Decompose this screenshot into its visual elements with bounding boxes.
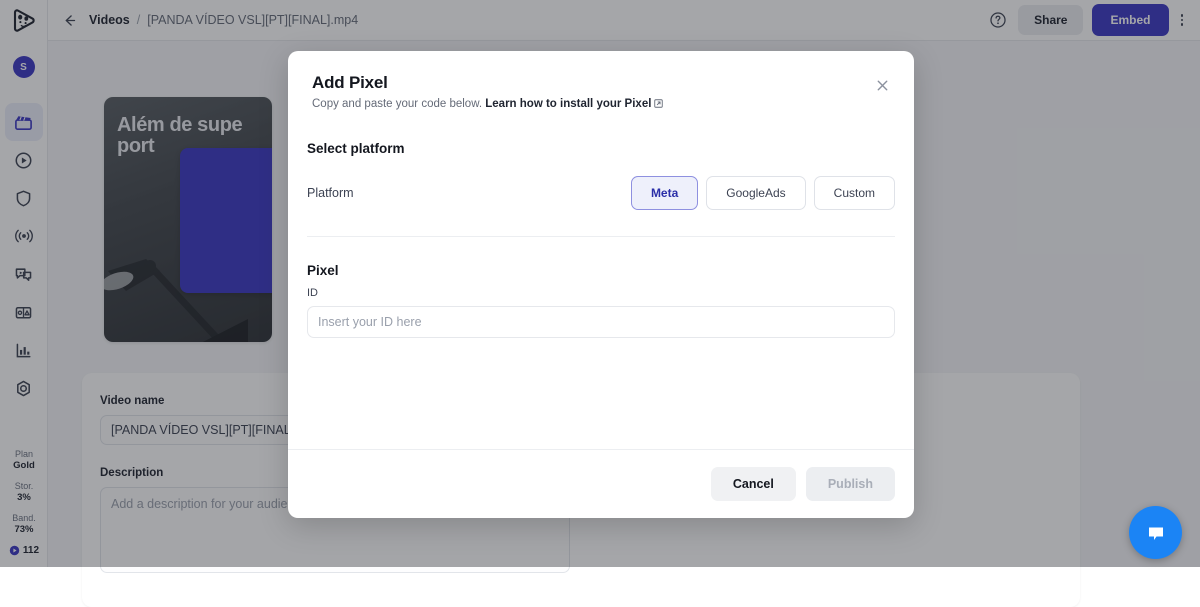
external-link-icon xyxy=(654,99,663,111)
modal-subtitle: Copy and paste your code below. Learn ho… xyxy=(312,98,890,111)
select-platform-heading: Select platform xyxy=(307,141,895,156)
add-pixel-modal: Add Pixel Copy and paste your code below… xyxy=(288,51,914,518)
platform-option-googleads[interactable]: GoogleAds xyxy=(706,176,805,210)
chat-widget-button[interactable] xyxy=(1129,506,1182,559)
modal-footer: Cancel Publish xyxy=(288,449,914,518)
close-button[interactable] xyxy=(870,73,894,97)
modal-body: Select platform Platform Meta GoogleAds … xyxy=(288,111,914,449)
pixel-id-input[interactable]: Insert your ID here xyxy=(307,306,895,338)
cancel-button[interactable]: Cancel xyxy=(711,467,796,501)
platform-segmented-control: Meta GoogleAds Custom xyxy=(631,176,895,210)
pixel-id-placeholder: Insert your ID here xyxy=(318,315,422,329)
platform-option-custom[interactable]: Custom xyxy=(814,176,895,210)
platform-option-meta[interactable]: Meta xyxy=(631,176,698,210)
close-icon xyxy=(875,78,890,93)
platform-label: Platform xyxy=(307,186,354,200)
modal-title: Add Pixel xyxy=(312,73,890,93)
platform-row: Platform Meta GoogleAds Custom xyxy=(307,176,895,237)
install-pixel-link[interactable]: Learn how to install your Pixel xyxy=(485,98,651,110)
pixel-id-label: ID xyxy=(307,287,895,299)
modal-header: Add Pixel Copy and paste your code below… xyxy=(288,51,914,111)
pixel-heading: Pixel xyxy=(307,263,895,278)
modal-subtitle-text: Copy and paste your code below. xyxy=(312,98,485,110)
chat-widget-icon xyxy=(1144,521,1168,545)
publish-button[interactable]: Publish xyxy=(806,467,895,501)
